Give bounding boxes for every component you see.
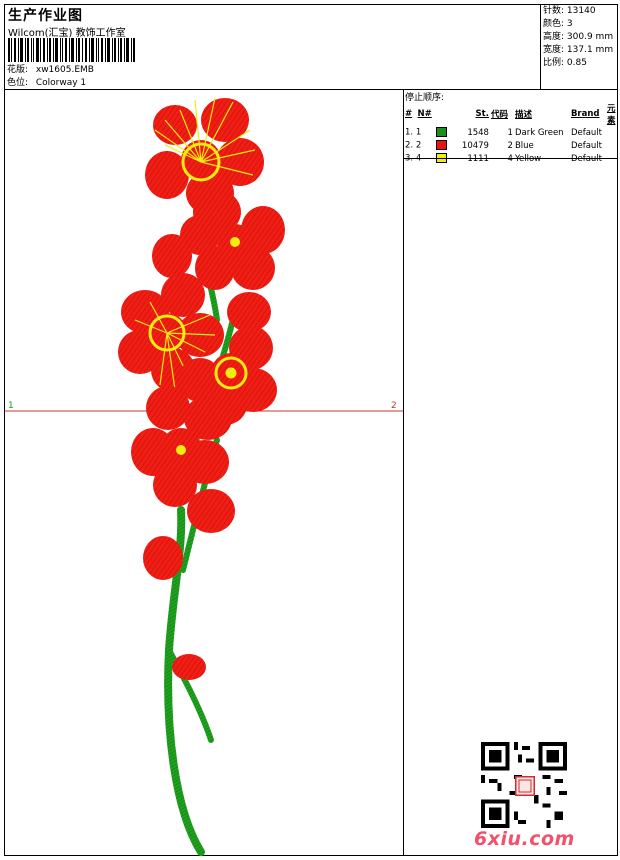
col-element: 元素 bbox=[606, 104, 616, 126]
stats-panel: 针数: 13140 颜色: 3 高度: 300.9 mm 宽度: 137.1 m… bbox=[540, 5, 618, 89]
watermark-logo: 6xiu.com bbox=[474, 828, 575, 850]
blossom-second-center bbox=[230, 237, 240, 247]
stat-stitches: 针数: 13140 bbox=[543, 6, 596, 16]
embroidery-design: 1 2 bbox=[5, 97, 403, 856]
design-file-row: 花版: xw1605.EMB bbox=[7, 62, 94, 75]
colorway-label: 色位: bbox=[7, 78, 29, 88]
col-index: # bbox=[405, 109, 413, 119]
qr-code-icon bbox=[481, 742, 567, 828]
bud-left bbox=[152, 234, 192, 278]
blossom-lower-center bbox=[176, 445, 186, 455]
sheet-title: 生产作业图 bbox=[8, 8, 83, 24]
stat-height: 高度: 300.9 mm bbox=[543, 32, 614, 42]
color-table-header: # N# St. 代码 描述 Brand 元素 bbox=[404, 102, 617, 126]
stat-colors: 颜色: 3 bbox=[543, 19, 573, 29]
table-row: 2. 2 10479 2 Blue Default bbox=[405, 140, 603, 151]
design-file-value: xw1605.EMB bbox=[35, 65, 94, 75]
design-preview: 1 2 bbox=[5, 90, 404, 856]
color-swatch bbox=[435, 140, 447, 151]
table-divider bbox=[404, 158, 617, 159]
color-sequence-panel: 停止顺序: # N# St. 代码 描述 Brand 元素 1. 1 1548 … bbox=[404, 90, 617, 856]
col-brand: Brand bbox=[570, 109, 600, 119]
marker-right: 2 bbox=[391, 401, 397, 411]
bud-lower-right bbox=[187, 489, 235, 533]
table-row: 1. 1 1548 1 Dark Green Default bbox=[405, 127, 603, 138]
stat-scale: 比例: 0.85 bbox=[543, 58, 587, 68]
col-desc: 描述 bbox=[514, 110, 532, 120]
design-file-label: 花版: bbox=[7, 65, 29, 75]
colorway-row: 色位: Colorway 1 bbox=[7, 75, 86, 88]
studio-name: Wilcom(汇宝) 教饰工作室 bbox=[8, 28, 126, 39]
color-swatch bbox=[435, 127, 447, 138]
bud-stem-left bbox=[143, 536, 183, 580]
colorway-value: Colorway 1 bbox=[35, 78, 87, 88]
sheet-header: 生产作业图 Wilcom(汇宝) 教饰工作室 花版: xw1605.EMB 色位… bbox=[5, 5, 617, 90]
barcode-icon bbox=[8, 38, 135, 62]
col-st: St. bbox=[475, 109, 489, 119]
bud-bottom bbox=[172, 654, 206, 680]
marker-left: 1 bbox=[8, 401, 14, 411]
color-table: # N# St. 代码 描述 Brand 元素 1. 1 1548 1 Dark… bbox=[404, 102, 617, 165]
col-code: 代码 bbox=[490, 110, 508, 120]
stat-width: 宽度: 137.1 mm bbox=[543, 45, 614, 55]
production-sheet: 生产作业图 Wilcom(汇宝) 教饰工作室 花版: xw1605.EMB 色位… bbox=[4, 4, 618, 856]
col-n: N# bbox=[417, 109, 432, 119]
